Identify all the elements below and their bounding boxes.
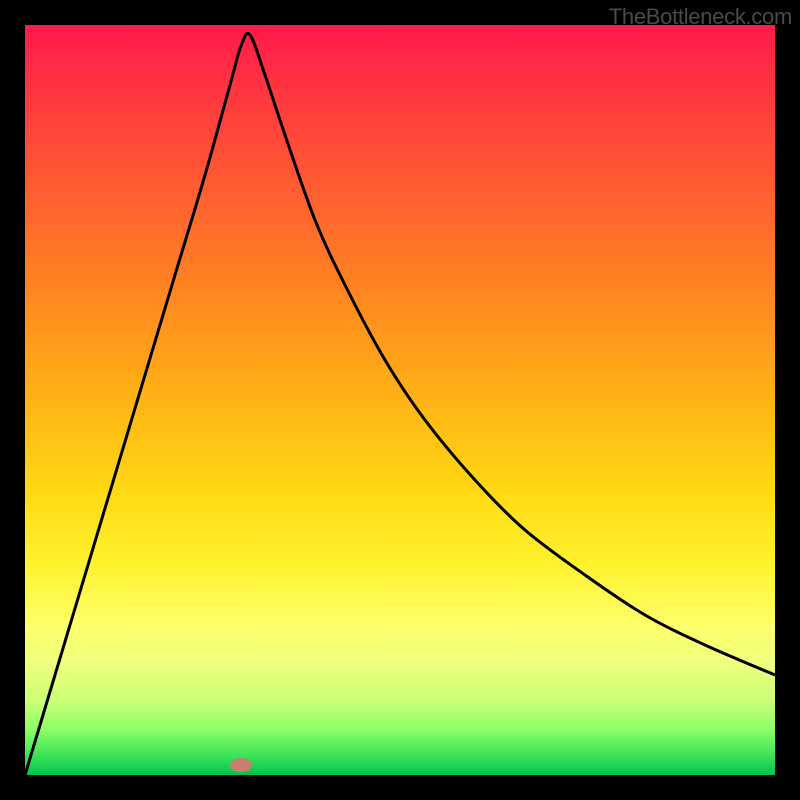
- plot-area: [25, 25, 775, 775]
- vertex-marker: [230, 758, 252, 772]
- bottleneck-curve: [25, 33, 775, 775]
- watermark-text: TheBottleneck.com: [609, 4, 792, 30]
- curve-layer: [25, 25, 775, 775]
- chart-frame: TheBottleneck.com: [0, 0, 800, 800]
